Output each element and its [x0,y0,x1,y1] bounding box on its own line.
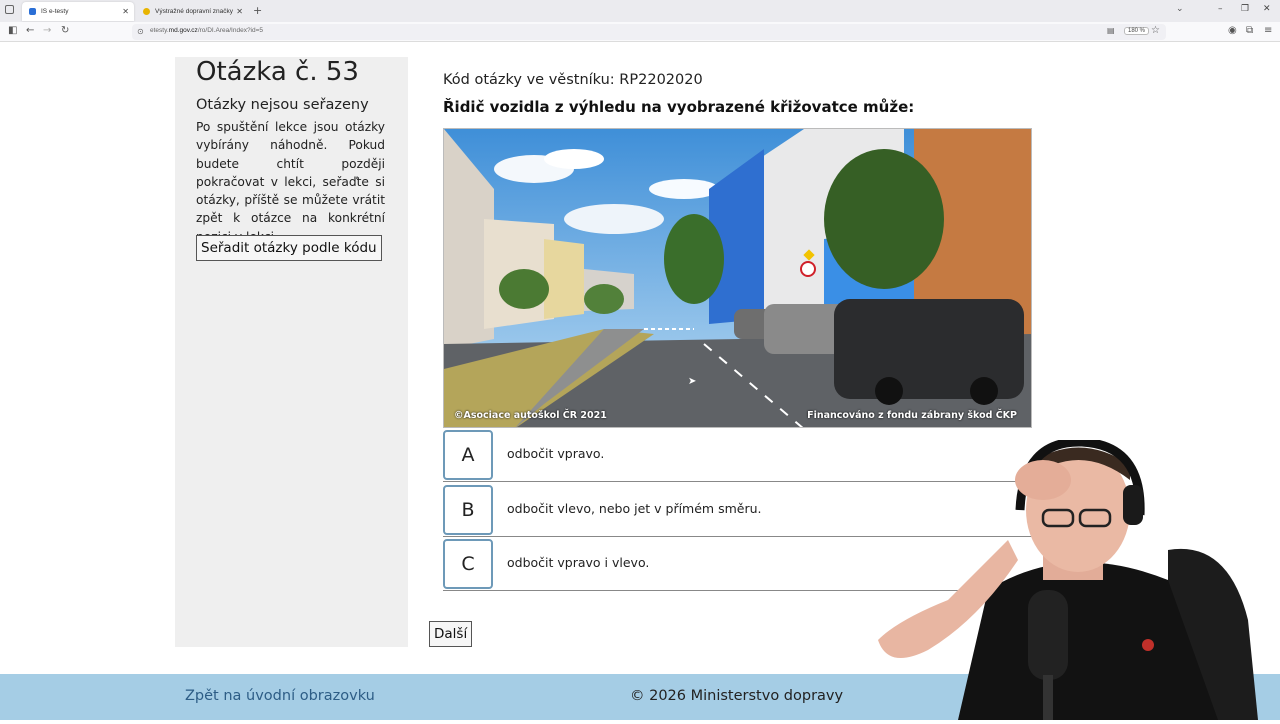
sort-info-text: Po spuštění lekce jsou otázky vybírány n… [196,120,385,244]
new-tab-icon[interactable]: + [253,4,262,17]
answer-letter[interactable]: B [443,485,493,535]
tab-title: Výstražné dopravní značky [155,8,234,15]
sort-status-heading: Otázky nejsou seřazeny [196,97,369,113]
back-to-home-link[interactable]: Zpět na úvodní obrazovku [185,688,375,704]
address-bar[interactable]: ⊙ etesty.md.gov.cz/ro/DI.Area/Index?id=5… [132,24,1166,40]
menu-icon[interactable]: ≡ [1264,25,1272,36]
close-tab-icon[interactable]: ✕ [236,7,243,16]
answer-text[interactable]: odbočit vpravo. [507,446,604,461]
back-arrow-icon[interactable]: ← [26,25,34,36]
question-number-heading: Otázka č. 53 [196,57,359,87]
zoom-level-badge[interactable]: 180 % [1124,27,1150,35]
next-question-button[interactable]: Další [429,621,473,647]
streamer-image [878,437,1258,720]
reader-view-icon[interactable]: ▤ [1107,26,1115,35]
photo-funding-note: Financováno z fondu zábrany škod ČKP [807,410,1017,421]
account-icon[interactable]: ◉ [1228,25,1237,36]
sort-questions-button[interactable]: Seřadit otázky podle kódu [196,235,382,261]
minimize-icon[interactable]: – [1218,4,1223,14]
sidebar: Otázka č. 53 Otázky nejsou seřazeny Po s… [175,57,408,647]
browser-tab-bar: IS e-testy ✕ Výstražné dopravní značky ✕… [0,0,1280,22]
photo-copyright: ©Asociace autoškol ČR 2021 [454,410,607,421]
sidebar-toggle-icon[interactable]: ◧ [8,25,17,36]
question-code: Kód otázky ve věstníku: RP2202020 [443,72,703,88]
question-text: Řidič vozidla z výhledu na vyobrazené kř… [443,98,915,116]
tab-vystrazne-znacky[interactable]: Výstražné dopravní značky ✕ [136,2,248,21]
restore-icon[interactable]: ❐ [1241,4,1249,14]
question-photo: ©Asociace autoškol ČR 2021 Financováno z… [443,128,1032,428]
tab-list-icon[interactable] [5,5,14,14]
site-favicon-icon [29,8,36,15]
street-scene-image [444,129,1031,427]
tab-title: IS e-testy [41,8,69,15]
mouse-cursor-icon: ➤ [688,376,697,387]
site-favicon-icon [143,8,150,15]
tab-is-etesty[interactable]: IS e-testy ✕ [22,2,134,21]
extensions-icon[interactable]: ⧉ [1246,25,1253,36]
copyright-text: © 2026 Ministerstvo dopravy [630,688,844,704]
window-close-icon[interactable]: ✕ [1263,4,1271,14]
answer-letter[interactable]: A [443,430,493,480]
answer-text[interactable]: odbočit vlevo, nebo jet v přímém směru. [507,501,762,516]
site-info-icon[interactable]: ⊙ [137,27,144,36]
bookmark-star-icon[interactable]: ☆ [1151,25,1160,36]
url-text[interactable]: etesty.md.gov.cz/ro/DI.Area/Index?id=5 [150,27,263,34]
reload-icon[interactable]: ↻ [61,25,69,36]
chevron-down-icon[interactable]: ⌄ [1176,4,1184,14]
browser-nav-bar: ◧ ← → ↻ ⊙ etesty.md.gov.cz/ro/DI.Area/In… [0,22,1280,42]
answer-text[interactable]: odbočit vpravo i vlevo. [507,555,649,570]
answer-letter[interactable]: C [443,539,493,589]
webcam-overlay [868,437,1280,720]
close-tab-icon[interactable]: ✕ [122,7,129,16]
forward-arrow-icon[interactable]: → [43,25,51,36]
